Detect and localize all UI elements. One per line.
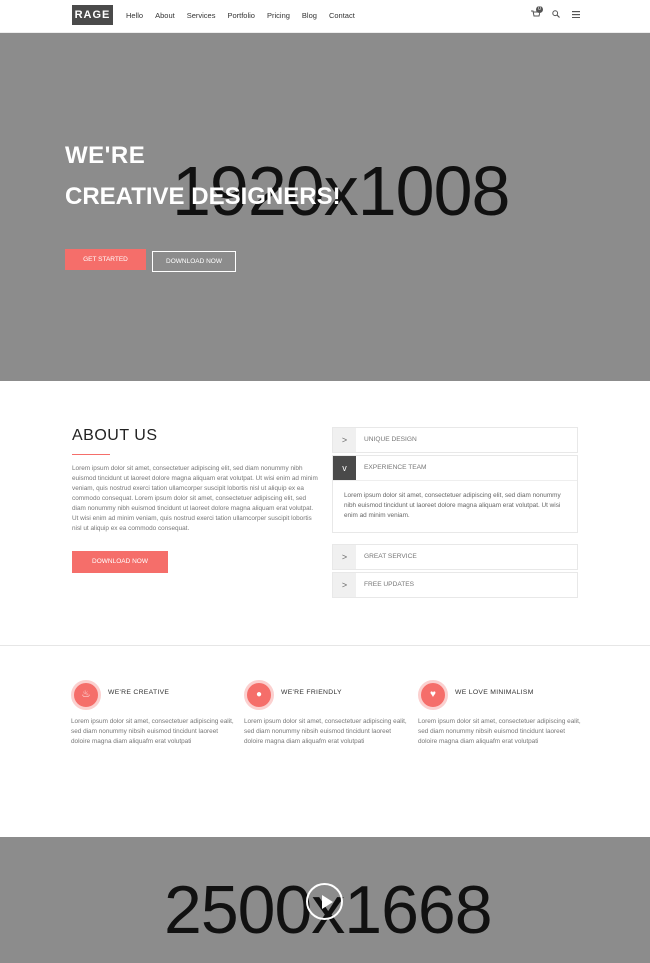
- accordion-body: Lorem ipsum dolor sit amet, consectetuer…: [333, 480, 577, 532]
- chevron-down-icon: v: [333, 456, 356, 480]
- hero-heading-line-1: WE'RE: [65, 142, 146, 169]
- accordion-label: FREE UPDATES: [364, 581, 415, 588]
- accordion-item-great-service[interactable]: > GREAT SERVICE: [332, 544, 578, 570]
- chevron-right-icon: >: [333, 428, 356, 452]
- accordion-item-free-updates[interactable]: > FREE UPDATES: [332, 572, 578, 598]
- play-icon: [322, 895, 333, 909]
- menu-item-services[interactable]: Services: [187, 11, 216, 20]
- accordion-label: UNIQUE DESIGN: [364, 436, 417, 443]
- section-divider: [0, 645, 650, 646]
- accordion-label: GREAT SERVICE: [364, 553, 417, 560]
- accordion-header[interactable]: > GREAT SERVICE: [333, 545, 577, 569]
- menu-item-pricing[interactable]: Pricing: [267, 11, 290, 20]
- chevron-right-icon: >: [333, 573, 356, 597]
- cart-icon[interactable]: 0: [531, 6, 543, 20]
- chat-icon: ●: [244, 680, 274, 710]
- feature-text: Lorem ipsum dolor sit amet, consectetuer…: [418, 718, 581, 745]
- logo[interactable]: RAGE: [72, 5, 113, 25]
- feature-title: WE'RE FRIENDLY: [281, 689, 342, 696]
- about-text: Lorem ipsum dolor sit amet, consectetuer…: [72, 465, 318, 532]
- main-menu: Hello About Services Portfolio Pricing B…: [126, 11, 367, 20]
- menu-item-about[interactable]: About: [155, 11, 175, 20]
- video-section: 2500x1668: [0, 837, 650, 963]
- hero-heading-line-2: CREATIVE DESIGNERS!: [65, 183, 341, 210]
- menu-item-contact[interactable]: Contact: [329, 11, 355, 20]
- accordion-header[interactable]: v EXPERIENCE TEAM: [333, 456, 577, 480]
- chevron-right-icon: >: [333, 545, 356, 569]
- about-title-underline: [72, 454, 110, 455]
- menu-item-blog[interactable]: Blog: [302, 11, 317, 20]
- nav-icons: 0: [531, 6, 580, 20]
- get-started-button[interactable]: GET STARTED: [65, 249, 146, 270]
- about-download-button[interactable]: DOWNLOAD NOW: [72, 551, 168, 573]
- accordion-item-unique-design[interactable]: > UNIQUE DESIGN: [332, 427, 578, 453]
- hero-section: 1920x1008 WE'RE CREATIVE DESIGNERS! GET …: [0, 33, 650, 381]
- flame-icon: ♨: [71, 680, 101, 710]
- menu-item-portfolio[interactable]: Portfolio: [227, 11, 255, 20]
- cart-count-badge: 0: [536, 6, 543, 13]
- feature-title: WE LOVE MINIMALISM: [455, 689, 534, 696]
- heart-icon: ♥: [418, 680, 448, 710]
- feature-title: WE'RE CREATIVE: [108, 689, 170, 696]
- feature-text: Lorem ipsum dolor sit amet, consectetuer…: [244, 718, 407, 745]
- play-button[interactable]: [306, 883, 343, 920]
- about-title: ABOUT US: [72, 427, 158, 444]
- search-icon[interactable]: [552, 10, 560, 20]
- feature-text: Lorem ipsum dolor sit amet, consectetuer…: [71, 718, 234, 745]
- hamburger-icon[interactable]: [572, 10, 580, 20]
- navbar: RAGE Hello About Services Portfolio Pric…: [0, 0, 650, 33]
- hero-download-button[interactable]: DOWNLOAD NOW: [152, 251, 236, 272]
- accordion-header[interactable]: > UNIQUE DESIGN: [333, 428, 577, 452]
- accordion-item-experience-team[interactable]: v EXPERIENCE TEAM Lorem ipsum dolor sit …: [332, 455, 578, 533]
- accordion-header[interactable]: > FREE UPDATES: [333, 573, 577, 597]
- accordion-label: EXPERIENCE TEAM: [364, 464, 427, 471]
- menu-item-hello[interactable]: Hello: [126, 11, 143, 20]
